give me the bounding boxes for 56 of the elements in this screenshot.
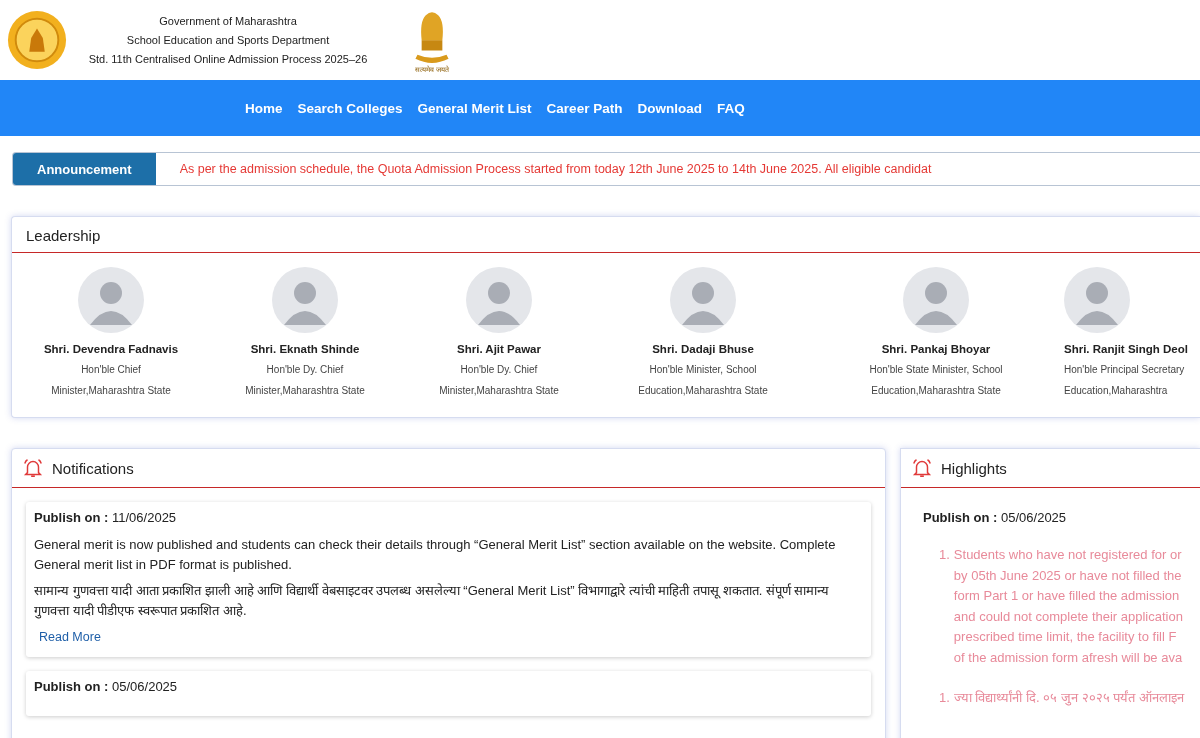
highlight-text: ज्या विद्यार्थ्यांनी दि. ०५ जुन २०२५ पर्यंत ऑनलाइन — [953, 689, 1184, 708]
nav-link[interactable]: FAQ — [716, 100, 745, 116]
leader-name: Shri. Ajit Pawar — [457, 343, 541, 355]
notification-text: सामान्य गुणवत्ता यादी आता प्रकाशित झाली आहे आणि विद्यार्थी वेबसाइटवर उपलब्ध असलेल्या “General Merit List” विभागाद्वारे त्यांची माहिती तपासू शकतात. संपूर्ण सामान्य गुणवत्ता यादी पीडीएफ स्वरूपात प्रकाशित आहे. — [34, 582, 831, 621]
highlight-text: and could not complete their application — [953, 607, 1183, 626]
read-more-link[interactable]: Read More — [39, 630, 101, 644]
highlight-text: prescribed time limit, the facility to fill F — [953, 628, 1178, 646]
highlight-text: of the admission form afresh will be ava — [953, 648, 1183, 667]
leader-role: Hon'ble Dy. Chief — [266, 363, 344, 377]
leader-name: Shri. Ranjit Singh Deol — [1064, 343, 1188, 355]
leader-role: Minister,Maharashtra State — [245, 384, 365, 398]
bell-icon — [22, 457, 44, 479]
notification-text: General merit is now published and students can check their details through “General Merit List” section available on the website. Complete General merit list in PDF format is published. — [34, 536, 837, 574]
bell-icon — [911, 457, 933, 479]
leader-role: Hon'ble State Minister, School — [869, 363, 1003, 377]
nav-link[interactable]: Download — [637, 100, 702, 116]
leader-name: Shri. Dadaji Bhuse — [652, 343, 754, 355]
leader-role: Hon'ble Chief — [81, 363, 141, 377]
nav-link[interactable]: Home — [245, 100, 283, 116]
header-title: School Education and Sports Department — [126, 32, 330, 48]
card-title: Leadership — [12, 217, 1200, 253]
list-number: 1. — [939, 689, 950, 707]
card-title: Highlights — [941, 459, 1007, 477]
publish-date: Publish on : 05/06/2025 — [34, 679, 179, 694]
avatar-silhouette — [78, 267, 144, 333]
highlight-text: by 05th June 2025 or have not filled the — [953, 566, 1183, 585]
highlight-text: Students who have not registered for or — [953, 546, 1183, 564]
avatar-silhouette — [670, 267, 736, 333]
leader-role: Hon'ble Principal Secretary — [1064, 363, 1185, 377]
state-seal-logo — [6, 9, 68, 71]
header-title: Government of Maharashtra — [159, 13, 297, 29]
list-number: 1. — [939, 546, 950, 564]
announcement-text: As per the admission schedule, the Quota Admission Process started from today 12th June 2025 to 14th June 2025. All eligible candidat — [179, 162, 932, 176]
publish-date: Publish on : 05/06/2025 — [923, 510, 1068, 525]
publish-date: Publish on : 11/06/2025 — [34, 510, 178, 525]
leader-name: Shri. Devendra Fadnavis — [43, 343, 179, 355]
avatar-silhouette — [1064, 267, 1130, 333]
card-title: Notifications — [52, 459, 134, 477]
highlight-text: form Part 1 or have filled the admission — [953, 587, 1181, 605]
nav-link[interactable]: Career Path — [546, 100, 623, 116]
leader-role: Minister,Maharashtra State — [439, 384, 559, 398]
leader-role: Education,Maharashtra — [1064, 384, 1168, 398]
avatar-silhouette — [903, 267, 969, 333]
announcement-label: Announcement — [13, 153, 156, 185]
avatar-silhouette — [272, 267, 338, 333]
header-title: Std. 11th Centralised Online Admission Process 2025–26 — [88, 51, 368, 67]
leader-role: Hon'ble Dy. Chief — [460, 363, 538, 377]
leader-name: Shri. Eknath Shinde — [250, 343, 360, 355]
leader-role: Minister,Maharashtra State — [51, 384, 171, 398]
nav-link[interactable]: General Merit List — [417, 100, 532, 116]
leader-name: Shri. Pankaj Bhoyar — [881, 343, 991, 355]
leader-role: Hon'ble Minister, School — [649, 363, 757, 377]
leader-role: Education,Maharashtra State — [638, 384, 768, 398]
leader-role: Education,Maharashtra State — [871, 384, 1001, 398]
nav-link[interactable]: Search Colleges — [297, 100, 403, 116]
avatar-silhouette — [466, 267, 532, 333]
